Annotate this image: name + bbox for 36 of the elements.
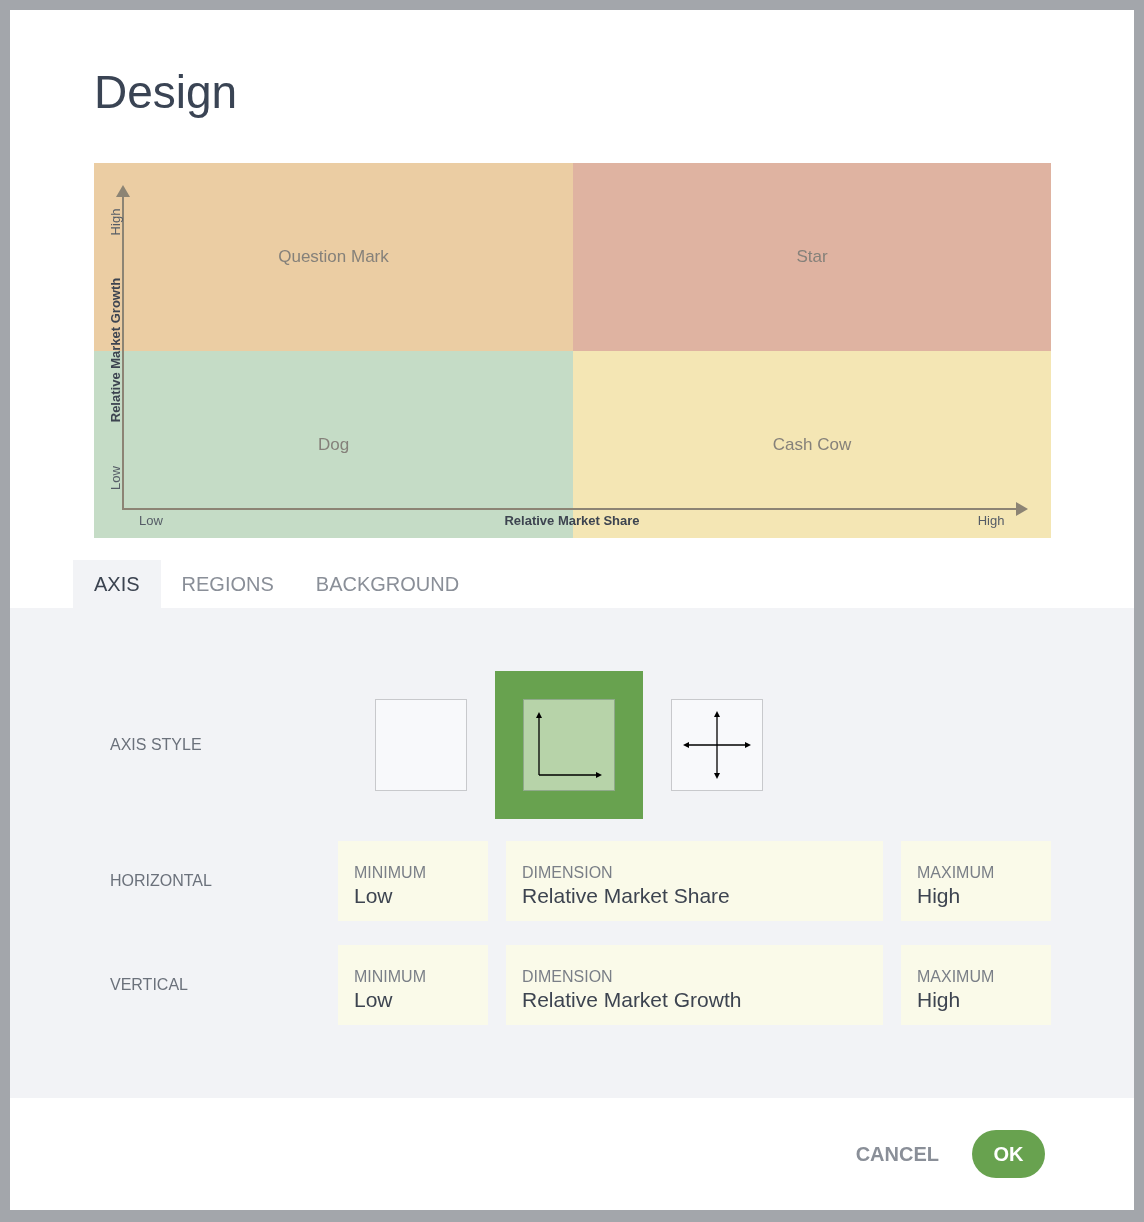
- quadrant-label: Cash Cow: [772, 434, 852, 455]
- field-label: DIMENSION: [522, 967, 614, 987]
- input-field[interactable]: MINIMUM Low: [338, 841, 488, 921]
- axis-style-option[interactable]: [495, 671, 643, 819]
- y-axis-min-label: Low: [107, 466, 123, 490]
- corner-axes-icon: [535, 711, 603, 779]
- field-value: High: [917, 987, 962, 1013]
- input-field[interactable]: DIMENSION Relative Market Share: [506, 841, 883, 921]
- input-field[interactable]: MAXIMUM High: [901, 841, 1051, 921]
- field-label: MAXIMUM: [917, 967, 996, 987]
- input-field[interactable]: DIMENSION Relative Market Growth: [506, 945, 883, 1025]
- quadrant-label: Question Mark: [278, 247, 389, 267]
- quadrant-label: Dog: [317, 434, 350, 455]
- field-label: MINIMUM: [354, 967, 427, 987]
- field-label: MAXIMUM: [917, 863, 996, 883]
- field-label: DIMENSION: [522, 863, 614, 883]
- x-axis-title: Relative Market Share: [504, 514, 640, 528]
- input-field[interactable]: MAXIMUM High: [901, 945, 1051, 1025]
- tab[interactable]: AXIS: [73, 560, 161, 608]
- row-label: HORIZONTAL: [109, 872, 213, 890]
- field-value: Low: [354, 987, 394, 1013]
- dialog-title: Design: [94, 65, 239, 120]
- row-label: AXIS STYLE: [109, 736, 203, 754]
- y-axis-max-label: High: [107, 208, 123, 236]
- row-label: VERTICAL: [109, 976, 189, 994]
- cross-axes-icon: [683, 711, 751, 779]
- field-value: Relative Market Growth: [522, 987, 743, 1013]
- y-axis-title: Relative Market Growth: [107, 277, 123, 423]
- field-label: MINIMUM: [354, 863, 427, 883]
- x-axis-max-label: High: [977, 514, 1005, 528]
- field-value: Relative Market Share: [522, 883, 731, 909]
- field-value: High: [917, 883, 962, 909]
- input-field[interactable]: MINIMUM Low: [338, 945, 488, 1025]
- field-value: Low: [354, 883, 394, 909]
- x-axis-min-label: Low: [139, 514, 163, 528]
- quadrant-label: Star: [796, 247, 828, 267]
